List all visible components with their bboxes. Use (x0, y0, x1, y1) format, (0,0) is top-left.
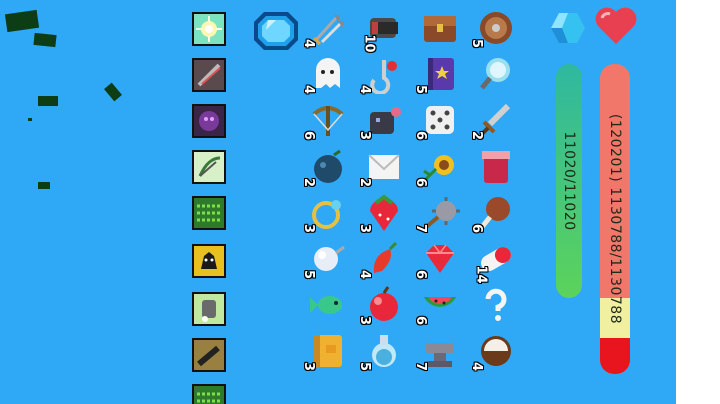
magnifier-item[interactable] (476, 54, 516, 94)
item-count: 7 (413, 362, 429, 372)
debris-fragment (33, 32, 57, 48)
item-count: 5 (301, 269, 317, 280)
item-count: 10 (361, 34, 377, 53)
glass-orb-item[interactable]: 5 (301, 239, 348, 279)
stone-golem-skill[interactable] (192, 292, 226, 326)
health-bar-red (600, 338, 630, 374)
jam-jar-icon (482, 150, 510, 183)
shadow-skill[interactable] (192, 104, 226, 138)
green-fish-item[interactable] (308, 285, 348, 325)
item-count: 14 (473, 265, 489, 284)
jam-jar-item[interactable] (476, 147, 516, 187)
item-count: 6 (413, 177, 429, 187)
gatling-skill[interactable] (192, 58, 226, 92)
item-count: 3 (357, 316, 373, 326)
debris-fragment (4, 9, 40, 33)
golden-book-item[interactable]: 3 (301, 331, 348, 371)
item-count: 6 (413, 269, 429, 280)
item-count: 2 (301, 177, 317, 187)
light-burst-skill[interactable] (192, 12, 226, 46)
item-count: 6 (413, 316, 429, 326)
spiked-mace-item[interactable]: 7 (413, 193, 460, 233)
health-value: (120201) 1130788/1130788 (607, 113, 623, 325)
mana-bar: 11020/11020 (556, 64, 582, 298)
heart-icon (594, 4, 638, 46)
round-shield-item[interactable]: 5 (469, 8, 516, 48)
ghost-item[interactable]: 4 (301, 54, 348, 94)
pill-capsule-item[interactable]: 14 (474, 239, 516, 284)
coconut-item[interactable]: 4 (469, 331, 516, 371)
envelope-item[interactable]: 2 (357, 147, 404, 187)
meat-leg-item[interactable]: 6 (469, 193, 516, 233)
hook-item[interactable]: 4 (357, 54, 404, 94)
blue-berry-item[interactable]: 2 (301, 147, 348, 187)
question-mark-icon (485, 289, 507, 322)
item-count: 4 (301, 38, 317, 49)
item-count: 5 (469, 38, 485, 49)
item-count: 6 (301, 131, 317, 141)
green-slime-skill[interactable] (192, 196, 226, 230)
bow-skill[interactable] (192, 150, 226, 184)
green-slime-skill-2[interactable] (192, 384, 226, 404)
red-apple-item[interactable]: 3 (357, 285, 404, 325)
item-count: 6 (469, 223, 485, 233)
item-count: 4 (357, 85, 373, 95)
cannon-item[interactable]: 10 (362, 8, 404, 53)
arrows-item[interactable]: 4 (301, 8, 348, 48)
blue-crystal-icon (550, 12, 586, 44)
black-beast-skill[interactable] (192, 244, 226, 278)
debris-fragment (104, 82, 122, 102)
item-count: 4 (357, 269, 373, 280)
dice-item[interactable]: 6 (413, 100, 460, 140)
potion-item[interactable]: 5 (357, 331, 404, 371)
debris-fragment (38, 96, 58, 106)
item-count: 2 (469, 131, 485, 141)
item-count: 4 (469, 362, 485, 372)
item-count: 3 (301, 362, 317, 372)
bomb-robot-item[interactable]: 3 (357, 100, 404, 140)
spellbook-item[interactable]: 5 (413, 54, 460, 94)
magnifier-icon (480, 58, 510, 90)
red-chili-item[interactable]: 4 (357, 239, 404, 279)
debris-fragment (28, 118, 32, 121)
sword-item[interactable]: 2 (469, 100, 516, 140)
item-count: 3 (301, 223, 317, 233)
strawberry-item[interactable]: 3 (357, 193, 404, 233)
ruby-item[interactable]: 6 (413, 239, 460, 279)
mana-value: 11020/11020 (561, 131, 577, 231)
health-bar: (120201) 1130788/1130788 (600, 64, 630, 374)
watermelon-item[interactable]: 6 (413, 285, 460, 325)
item-count: 7 (413, 223, 429, 233)
treasure-chest-item[interactable] (420, 8, 460, 48)
green-fish-icon (310, 296, 342, 315)
item-count: 3 (357, 223, 373, 233)
item-count: 6 (413, 131, 429, 141)
question-mark-item[interactable] (476, 285, 516, 325)
anvil-item[interactable]: 7 (413, 331, 460, 371)
item-count: 2 (357, 177, 373, 187)
item-count: 5 (357, 362, 373, 372)
game-screen[interactable]: 4 10 5 4 4 5 6 3 6 2 2 2 6 3 3 7 6 5 4 6 14 3 6 3 5 7 4 11020/1102… (0, 0, 676, 404)
item-count: 3 (357, 131, 373, 141)
crossbow-item[interactable]: 6 (301, 100, 348, 140)
gem-button[interactable] (252, 10, 300, 52)
debris-fragment (38, 182, 50, 189)
sunflower-item[interactable]: 6 (413, 147, 460, 187)
treasure-chest-icon (424, 16, 456, 42)
iron-cannon-skill[interactable] (192, 338, 226, 372)
item-count: 4 (301, 85, 317, 95)
item-count: 5 (413, 85, 429, 95)
ring-item[interactable]: 3 (301, 193, 348, 233)
